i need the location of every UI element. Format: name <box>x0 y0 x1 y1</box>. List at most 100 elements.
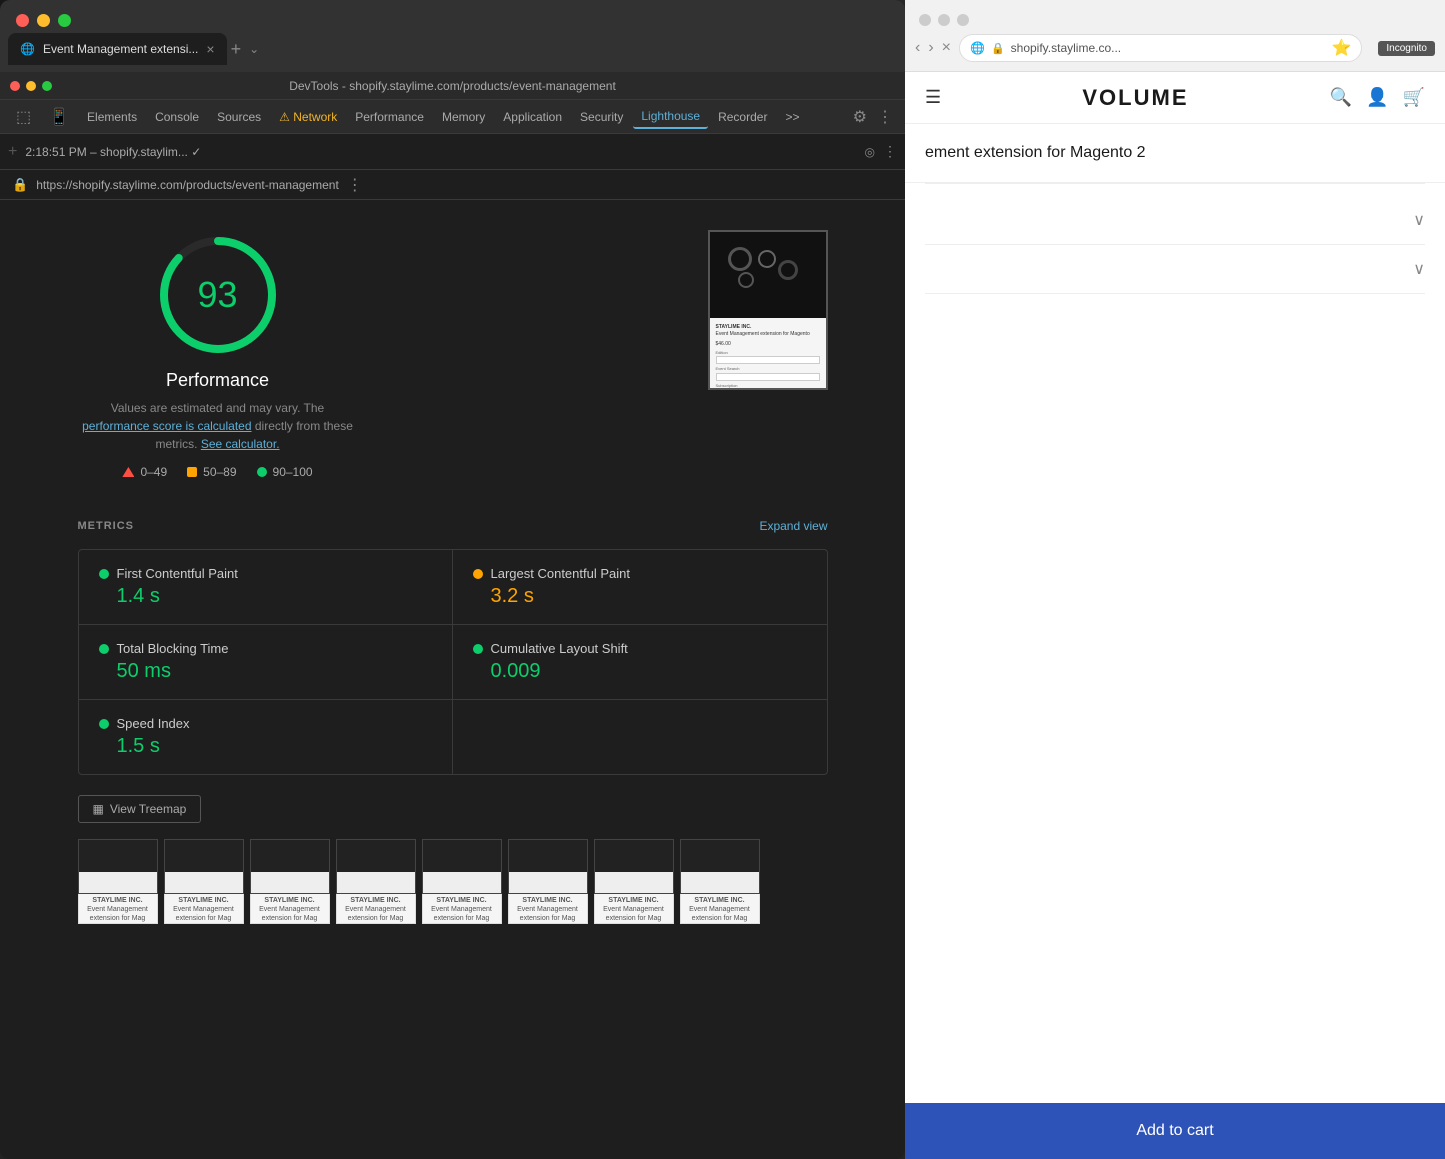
thumbnail-1: STAYLIME INC. Event Management extension… <box>78 839 158 924</box>
performance-score-link[interactable]: performance score is calculated <box>82 419 251 433</box>
tab-more[interactable]: >> <box>777 106 807 128</box>
tab-memory[interactable]: Memory <box>434 106 493 128</box>
more-options-icon[interactable]: ⋮ <box>873 103 897 131</box>
tab-security[interactable]: Security <box>572 106 631 128</box>
metric-label-fcp: First Contentful Paint <box>117 566 238 581</box>
url-lock-icon: 🔒 <box>991 42 1005 55</box>
devtools-traffic-lights <box>10 81 52 91</box>
minimize-button[interactable] <box>37 14 50 27</box>
tab-sources[interactable]: Sources <box>209 106 269 128</box>
shopify-url-bar[interactable]: 🌐 🔒 shopify.staylime.co... ⭐ <box>959 34 1362 62</box>
url-star-icon[interactable]: ⭐ <box>1331 38 1351 58</box>
settings-icon[interactable]: ⚙ <box>849 103 871 131</box>
new-tab-button[interactable]: + <box>231 39 242 60</box>
thumb-img-8 <box>680 839 760 894</box>
metric-dot-tbt <box>99 644 109 654</box>
tab-network[interactable]: ⚠ Network <box>271 106 345 128</box>
thumb-img-5 <box>422 839 502 894</box>
screenshot-dark-bg <box>710 232 826 318</box>
lighthouse-panel: 93 Performance Values are estimated and … <box>20 230 885 924</box>
metrics-header: METRICS Expand view <box>78 519 828 533</box>
expand-view-button[interactable]: Expand view <box>759 519 827 533</box>
active-tab[interactable]: 🌐 Event Management extensi... × <box>8 33 227 65</box>
calculator-link[interactable]: See calculator. <box>201 437 280 451</box>
browser-close-button[interactable]: × <box>942 39 951 57</box>
metric-dot-cls <box>473 644 483 654</box>
thumb-img-2 <box>164 839 244 894</box>
devtools-session-info: 2:18:51 PM – shopify.staylim... ✓ <box>25 145 856 159</box>
metric-lcp: Largest Contentful Paint 3.2 s <box>453 550 827 625</box>
more-icon[interactable]: ⋮ <box>883 143 897 160</box>
thumb-img-7 <box>594 839 674 894</box>
account-icon[interactable]: 👤 <box>1366 87 1388 108</box>
thumbnails-row: STAYLIME INC. Event Management extension… <box>78 839 828 924</box>
product-option-2[interactable]: ∨ <box>925 245 1425 294</box>
shopify-tl-2 <box>938 14 950 26</box>
devtools-close[interactable] <box>10 81 20 91</box>
tab-application[interactable]: Application <box>495 106 570 128</box>
add-to-cart-button[interactable]: Add to cart <box>1136 1122 1213 1140</box>
devtools-maximize[interactable] <box>42 81 52 91</box>
product-main-title: ement extension for Magento 2 <box>925 144 1425 162</box>
thumb-label-6: STAYLIME INC. Event Management extension… <box>508 894 588 924</box>
shopify-site-header: ☰ VOLUME 🔍 👤 🛒 <box>905 72 1445 124</box>
maximize-button[interactable] <box>58 14 71 27</box>
tab-overflow-button[interactable]: ⌄ <box>249 42 259 56</box>
metrics-title: METRICS <box>78 520 135 532</box>
score-container: 93 Performance Values are estimated and … <box>78 230 358 479</box>
product-option-1[interactable]: ∨ <box>925 196 1425 245</box>
add-to-cart-section[interactable]: Add to cart <box>905 1103 1445 1159</box>
view-treemap-section: ▦ View Treemap <box>78 795 828 823</box>
thumb-label-7: STAYLIME INC. Event Management extension… <box>594 894 674 924</box>
tab-console[interactable]: Console <box>147 106 207 128</box>
performance-label: Performance <box>166 370 269 391</box>
browser-back-button[interactable]: ‹ <box>915 39 920 57</box>
view-treemap-button[interactable]: ▦ View Treemap <box>78 795 202 823</box>
shopify-traffic-lights <box>905 0 1445 32</box>
tab-lighthouse[interactable]: Lighthouse <box>633 105 708 129</box>
thumbnail-4: STAYLIME INC. Event Management extension… <box>336 839 416 924</box>
devtools-content-area: 93 Performance Values are estimated and … <box>0 200 905 1159</box>
thumbnail-3: STAYLIME INC. Event Management extension… <box>250 839 330 924</box>
url-display-bar: 🔒 https://shopify.staylime.com/products/… <box>0 170 905 200</box>
tab-performance[interactable]: Performance <box>347 106 432 128</box>
metric-cls: Cumulative Layout Shift 0.009 <box>453 625 827 700</box>
metric-value-lcp: 3.2 s <box>491 585 807 608</box>
browser-forward-button[interactable]: › <box>928 39 933 57</box>
close-button[interactable] <box>16 14 29 27</box>
hamburger-menu-icon[interactable]: ☰ <box>925 87 941 108</box>
product-options: ∨ ∨ <box>905 184 1445 306</box>
focus-icon[interactable]: ◎ <box>865 145 875 159</box>
thumb-label-2: STAYLIME INC. Event Management extension… <box>164 894 244 924</box>
performance-score-circle: 93 <box>153 230 283 360</box>
tab-recorder[interactable]: Recorder <box>710 106 775 128</box>
score-legend: 0–49 50–89 90–100 <box>122 465 312 479</box>
option-1-chevron: ∨ <box>1413 210 1425 230</box>
thumb-img-4 <box>336 839 416 894</box>
metric-label-si: Speed Index <box>117 716 190 731</box>
thumb-label-8: STAYLIME INC. Event Management extension… <box>680 894 760 924</box>
shopify-product-panel: ‹ › × 🌐 🔒 shopify.staylime.co... ⭐ Incog… <box>905 0 1445 1159</box>
devtools-title: DevTools - shopify.staylime.com/products… <box>289 79 616 93</box>
devtools-add-tab[interactable]: + <box>8 143 17 161</box>
url-more-icon[interactable]: ⋮ <box>347 175 363 195</box>
metric-dot-fcp <box>99 569 109 579</box>
thumbnail-5: STAYLIME INC. Event Management extension… <box>422 839 502 924</box>
shopify-browser-chrome: ‹ › × 🌐 🔒 shopify.staylime.co... ⭐ Incog… <box>905 0 1445 72</box>
treemap-icon: ▦ <box>93 802 104 816</box>
shopify-product-content: ement extension for Magento 2 ∨ ∨ Add to… <box>905 124 1445 1159</box>
metric-si: Speed Index 1.5 s <box>79 700 453 774</box>
score-description: Values are estimated and may vary. The p… <box>78 399 358 453</box>
page-url-icon: 🔒 <box>12 177 28 193</box>
search-icon[interactable]: 🔍 <box>1330 87 1352 108</box>
legend-red: 0–49 <box>122 465 167 479</box>
cart-icon[interactable]: 🛒 <box>1403 87 1425 108</box>
thumb-label-4: STAYLIME INC. Event Management extension… <box>336 894 416 924</box>
devtools-device-icon[interactable]: 📱 <box>41 103 77 131</box>
tab-close-button[interactable]: × <box>206 41 214 57</box>
site-logo: VOLUME <box>953 85 1318 111</box>
score-value: 93 <box>197 274 237 316</box>
tab-elements[interactable]: Elements <box>79 106 145 128</box>
devtools-minimize[interactable] <box>26 81 36 91</box>
devtools-inspect-icon[interactable]: ⬚ <box>8 103 39 131</box>
